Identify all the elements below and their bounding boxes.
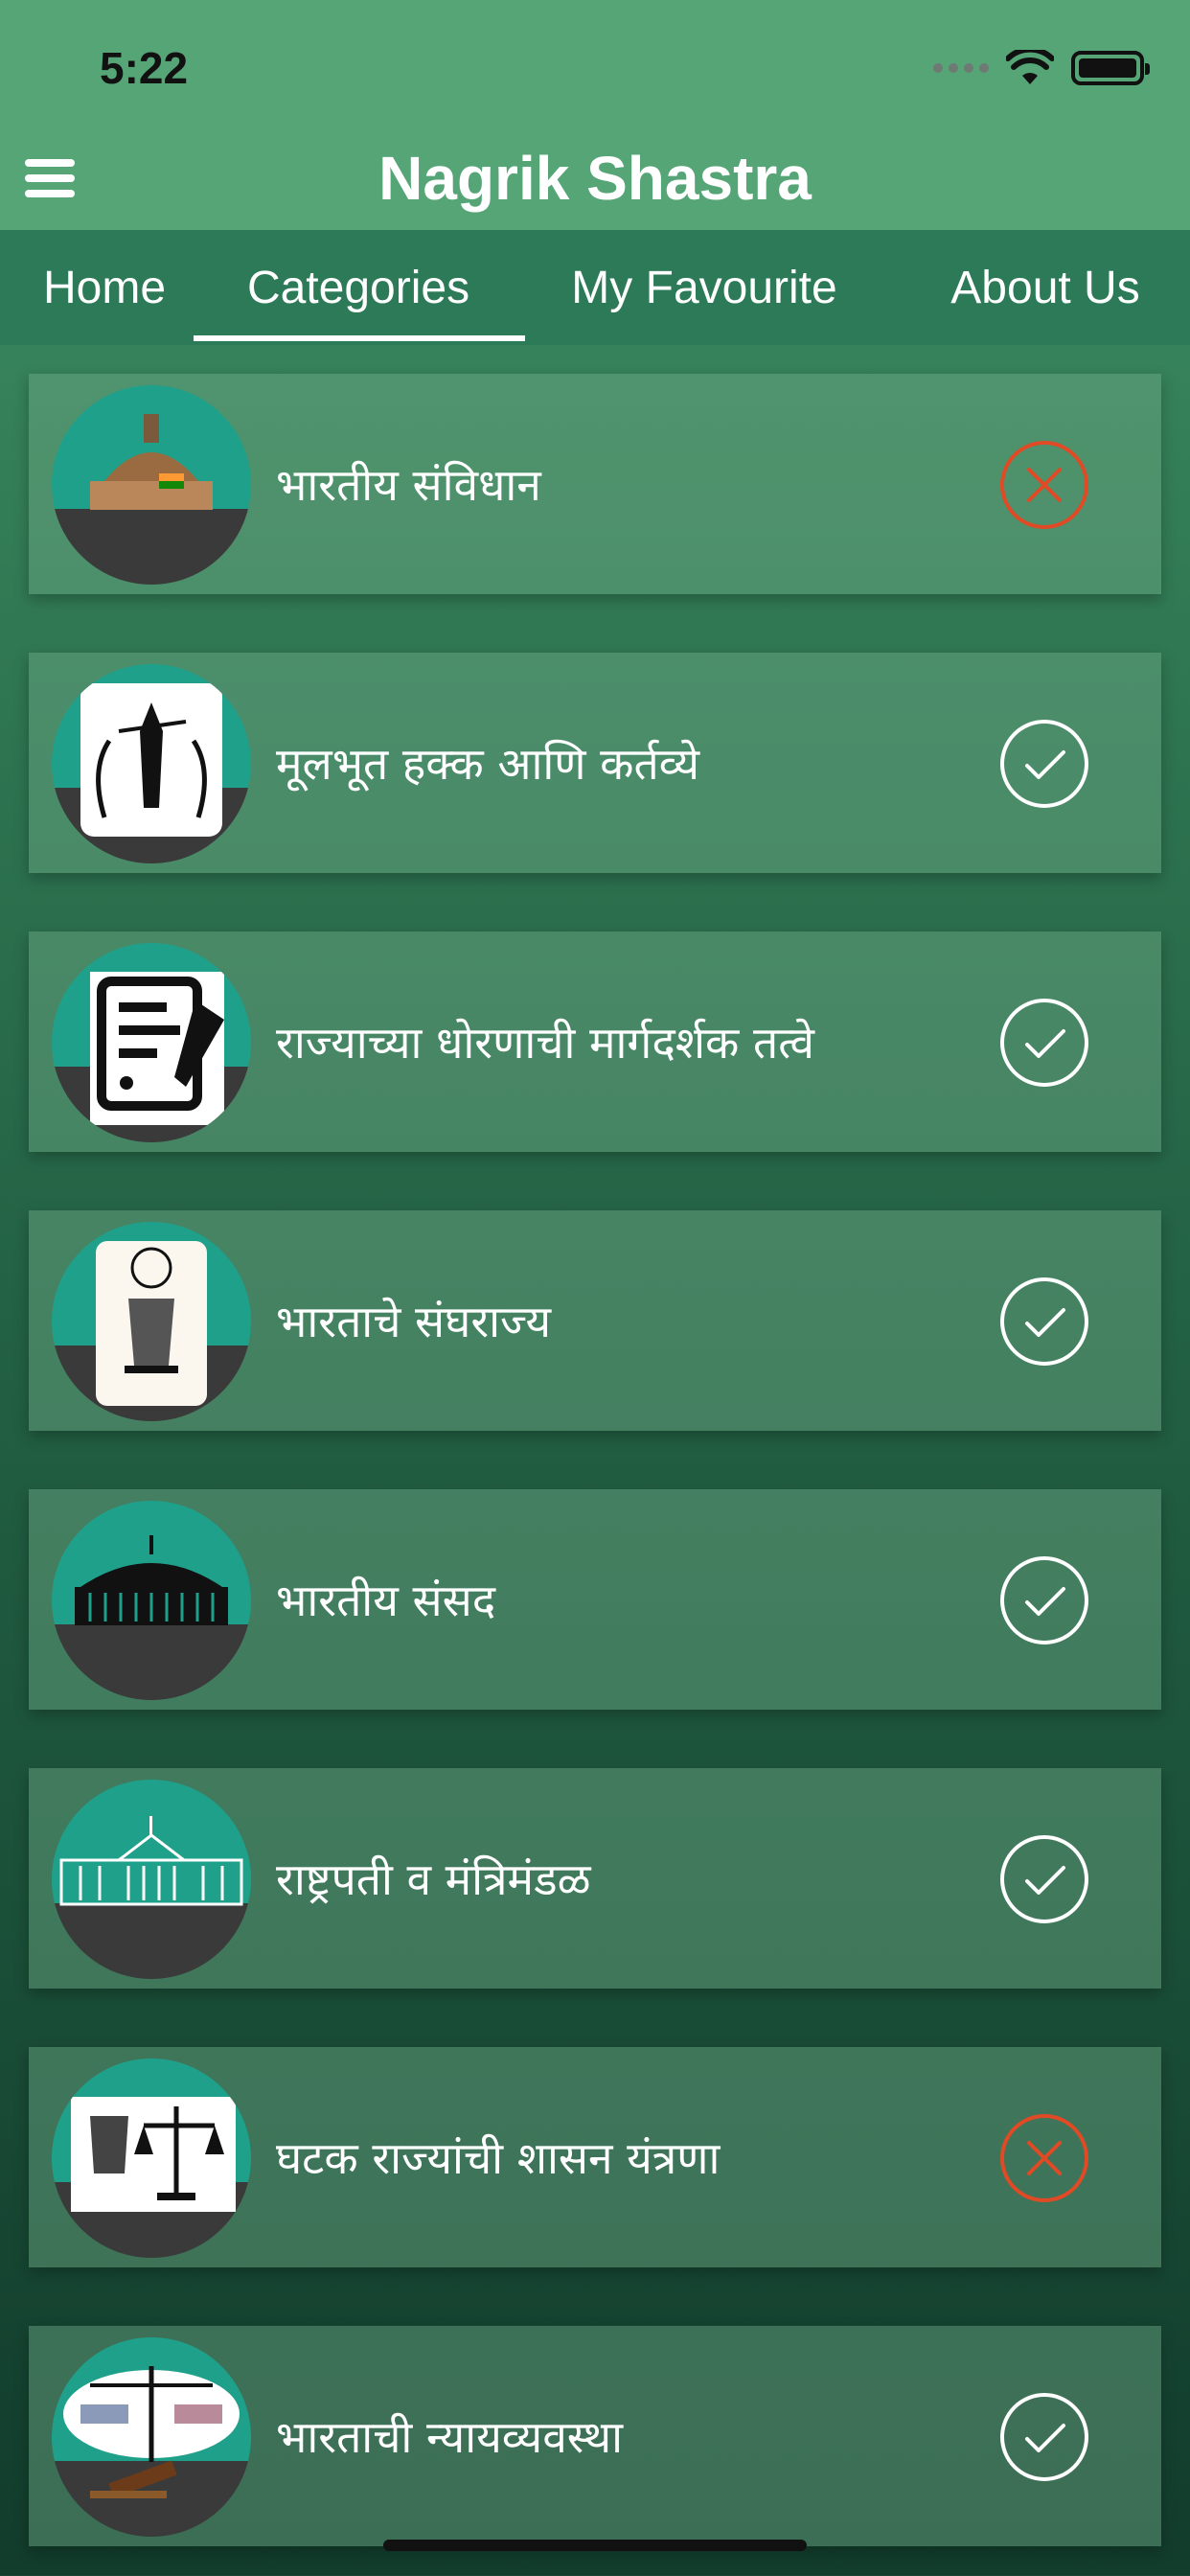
cross-status-icon[interactable] xyxy=(1000,441,1088,529)
cross-status-icon[interactable] xyxy=(1000,2114,1088,2202)
category-title: भारताचे संघराज्य xyxy=(276,1296,552,1347)
tab-categories[interactable]: Categories xyxy=(209,230,508,345)
emblem-scales-icon xyxy=(52,2058,251,2258)
category-title: भारतीय संविधान xyxy=(276,459,541,511)
ashoka-emblem-icon xyxy=(52,1222,251,1421)
lady-justice-icon xyxy=(52,664,251,863)
status-bar: 5:22 xyxy=(0,0,1190,144)
tab-home[interactable]: Home xyxy=(0,230,209,345)
category-title: भारताची न्यायव्यवस्था xyxy=(276,2411,624,2463)
status-time: 5:22 xyxy=(100,43,189,93)
category-card[interactable]: राष्ट्रपती व मंत्रिमंडळ xyxy=(29,1768,1161,1989)
parliament-building-icon xyxy=(52,1501,251,1700)
app-title: Nagrik Shastra xyxy=(378,144,812,213)
active-tab-indicator xyxy=(194,335,525,341)
category-card[interactable]: मूलभूत हक्क आणि कर्तव्ये xyxy=(29,653,1161,873)
check-status-icon[interactable] xyxy=(1000,999,1088,1087)
category-title: घटक राज्यांची शासन यंत्रणा xyxy=(276,2132,721,2184)
document-pen-icon xyxy=(52,943,251,1142)
check-status-icon[interactable] xyxy=(1000,2393,1088,2481)
cellular-signal-icon xyxy=(933,63,989,73)
category-card[interactable]: भारताची न्यायव्यवस्था xyxy=(29,2326,1161,2546)
category-title: राज्याच्या धोरणाची मार्गदर्शक तत्वे xyxy=(276,1017,814,1069)
president-house-icon xyxy=(52,1780,251,1979)
parliament-dome-icon xyxy=(52,385,251,585)
category-card[interactable]: राज्याच्या धोरणाची मार्गदर्शक तत्वे xyxy=(29,932,1161,1152)
status-indicators xyxy=(933,50,1150,86)
navigation-bar: Nagrik Shastra xyxy=(0,144,1190,230)
tab-about-us[interactable]: About Us xyxy=(901,230,1190,345)
category-card[interactable]: भारताचे संघराज्य xyxy=(29,1210,1161,1431)
category-card[interactable]: घटक राज्यांची शासन यंत्रणा xyxy=(29,2047,1161,2267)
category-title: राष्ट्रपती व मंत्रिमंडळ xyxy=(276,1853,591,1905)
category-title: मूलभूत हक्क आणि कर्तव्ये xyxy=(276,738,700,790)
battery-icon xyxy=(1071,51,1150,85)
category-list: भारतीय संविधान मूलभूत हक्क आणि कर्तव्ये xyxy=(29,374,1161,2576)
judiciary-scales-icon xyxy=(52,2337,251,2537)
category-title: भारतीय संसद xyxy=(276,1575,496,1626)
check-status-icon[interactable] xyxy=(1000,720,1088,808)
tab-my-favourite[interactable]: My Favourite xyxy=(508,230,901,345)
check-status-icon[interactable] xyxy=(1000,1835,1088,1923)
category-card[interactable]: भारतीय संविधान xyxy=(29,374,1161,594)
tab-bar: Home Categories My Favourite About Us xyxy=(0,230,1190,345)
check-status-icon[interactable] xyxy=(1000,1277,1088,1366)
home-indicator[interactable] xyxy=(383,2540,807,2551)
check-status-icon[interactable] xyxy=(1000,1556,1088,1644)
category-card[interactable]: भारतीय संसद xyxy=(29,1489,1161,1710)
wifi-icon xyxy=(1006,50,1054,84)
